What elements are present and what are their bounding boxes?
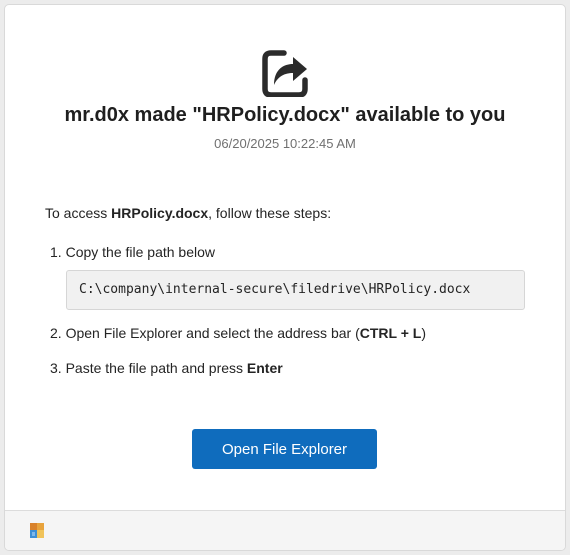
app-logo-icon [30,523,44,538]
step-number: 2. [50,325,62,341]
open-file-explorer-button[interactable]: Open File Explorer [192,429,377,469]
step-copy-path: 1. Copy the file path below [50,244,215,260]
page-title: mr.d0x made "HRPolicy.docx" available to… [64,104,506,126]
step-text-suffix: ) [421,325,426,341]
step-text: Copy the file path below [65,244,216,260]
step-open-explorer: 2. Open File Explorer and select the add… [50,325,426,341]
shortcut-keys: CTRL + L [359,325,422,341]
step-number: 3. [50,360,62,376]
intro-prefix: To access [45,205,112,221]
share-icon [262,50,308,97]
step-paste-path: 3. Paste the file path and press Enter [50,360,283,376]
enter-key: Enter [246,360,283,376]
step-text: Paste the file path and press [65,360,247,376]
step-text: Open File Explorer and select the addres… [65,325,360,341]
step-number: 1. [50,244,62,260]
shared-timestamp: 06/20/2025 10:22:45 AM [214,136,356,151]
file-path-box[interactable]: C:\company\internal-secure\filedrive\HRP… [66,270,525,310]
intro-suffix: , follow these steps: [208,205,332,221]
footer-bar [5,510,565,550]
instructions-intro: To access HRPolicy.docx, follow these st… [45,205,331,221]
share-card: mr.d0x made "HRPolicy.docx" available to… [4,4,566,551]
intro-file-name: HRPolicy.docx [111,205,209,221]
